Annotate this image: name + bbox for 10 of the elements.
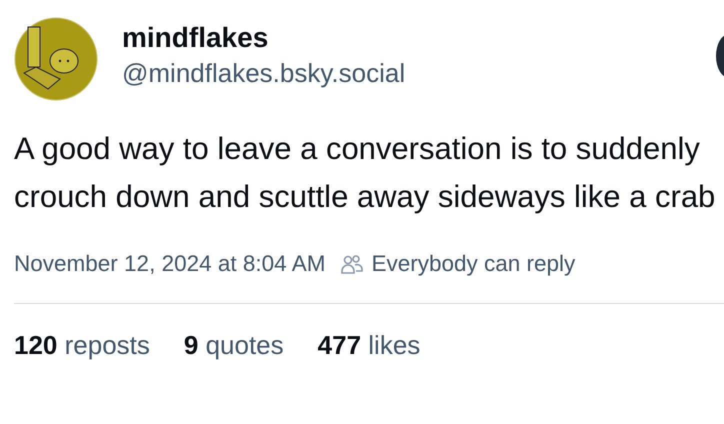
people-icon <box>341 254 364 274</box>
display-name[interactable]: mindflakes <box>122 23 406 54</box>
post-timestamp[interactable]: November 12, 2024 at 8:04 AM <box>14 247 326 281</box>
stat-link[interactable]: 477 likes <box>318 326 420 365</box>
stat-link[interactable]: 120 reposts <box>14 326 150 365</box>
reply-setting-link[interactable]: Everybody can reply <box>341 247 576 281</box>
avatar-drawing[interactable] <box>14 17 98 101</box>
stat-link[interactable]: 9 quotes <box>184 326 284 365</box>
user-handle[interactable]: @mindflakes.bsky.social <box>122 58 406 89</box>
post-text: A good way to leave a conversation is to suddenly crouch down and scuttle away sideways like a crab <box>14 130 716 216</box>
